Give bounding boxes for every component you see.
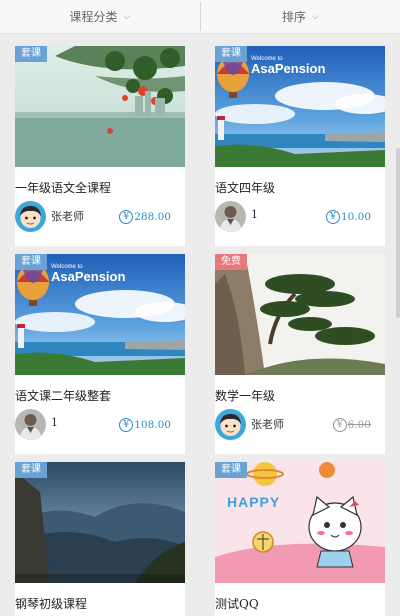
price-value: 6.00 xyxy=(347,419,371,431)
teacher-avatar xyxy=(215,409,246,440)
course-tag: 免费 xyxy=(215,254,247,270)
course-thumbnail[interactable]: 套课 xyxy=(15,462,185,583)
price-value: 288.00 xyxy=(134,211,171,223)
sort-filter-label: 排序 xyxy=(281,10,306,24)
image-caption: Welcome to AsaPension xyxy=(251,56,325,75)
image-caption: Welcome to AsaPension xyxy=(51,264,125,283)
course-thumbnail[interactable]: Welcome to AsaPension 套课 xyxy=(215,46,385,167)
image-caption-brand: AsaPension xyxy=(251,61,326,76)
course-thumbnail[interactable]: Welcome to AsaPension 套课 xyxy=(15,254,185,375)
price-value: 108.00 xyxy=(134,419,171,431)
course-tag: 套课 xyxy=(15,462,47,478)
teacher-avatar xyxy=(15,409,46,440)
image-caption-happy: HAPPY xyxy=(227,494,281,510)
teacher-name: 张老师 xyxy=(251,418,284,431)
course-title[interactable]: 语文四年级 xyxy=(215,179,275,196)
course-title[interactable]: 语文课二年级整套 xyxy=(15,387,111,404)
yen-icon: ¥ xyxy=(119,210,134,224)
yen-icon: ¥ xyxy=(325,210,340,224)
course-grid: 套课 一年级语文全课程 张老师 ¥288.00 Welcome to AsaPe… xyxy=(0,35,400,616)
course-thumbnail[interactable]: 免费 xyxy=(215,254,385,375)
course-card[interactable]: Welcome to AsaPension 套课 语文课二年级整套 1 ¥108… xyxy=(15,254,185,454)
course-price-struck: ¥6.00 xyxy=(332,418,371,432)
filter-bar: 课程分类 ⌵ 排序 ⌵ xyxy=(0,0,400,34)
course-thumbnail[interactable]: HAPPY 套课 xyxy=(215,462,385,583)
course-card[interactable]: HAPPY 套课 测试QQ xyxy=(215,462,385,616)
course-tag: 套课 xyxy=(15,46,47,62)
image-caption-brand: AsaPension xyxy=(51,269,126,284)
course-tag: 套课 xyxy=(15,254,47,270)
category-filter-label: 课程分类 xyxy=(69,10,118,24)
price-value: 10.00 xyxy=(340,211,371,223)
course-tag: 套课 xyxy=(215,462,247,478)
course-title[interactable]: 数学一年级 xyxy=(215,387,275,404)
teacher-avatar xyxy=(215,201,246,232)
teacher-avatar xyxy=(15,201,46,232)
yen-icon: ¥ xyxy=(119,418,134,432)
teacher-name: 1 xyxy=(51,416,58,429)
chevron-down-icon: ⌵ xyxy=(311,11,319,22)
course-price: ¥108.00 xyxy=(119,418,171,432)
category-filter[interactable]: 课程分类 ⌵ xyxy=(0,0,200,33)
scrollbar[interactable] xyxy=(396,148,400,318)
course-title[interactable]: 一年级语文全课程 xyxy=(15,179,111,196)
course-title[interactable]: 钢琴初级课程 xyxy=(15,595,87,612)
yen-icon: ¥ xyxy=(332,418,347,432)
course-card[interactable]: Welcome to AsaPension 套课 语文四年级 1 ¥10.00 xyxy=(215,46,385,246)
sort-filter[interactable]: 排序 ⌵ xyxy=(201,0,400,33)
teacher-name: 张老师 xyxy=(51,210,84,223)
course-price: ¥10.00 xyxy=(325,210,371,224)
course-price: ¥288.00 xyxy=(119,210,171,224)
teacher-name: 1 xyxy=(251,208,258,221)
chevron-down-icon: ⌵ xyxy=(123,11,131,22)
course-thumbnail[interactable]: 套课 xyxy=(15,46,185,167)
course-card[interactable]: 套课 一年级语文全课程 张老师 ¥288.00 xyxy=(15,46,185,246)
course-card[interactable]: 套课 钢琴初级课程 xyxy=(15,462,185,616)
course-title[interactable]: 测试QQ xyxy=(215,595,259,612)
course-tag: 套课 xyxy=(215,46,247,62)
course-card[interactable]: 免费 数学一年级 张老师 ¥6.00 xyxy=(215,254,385,454)
